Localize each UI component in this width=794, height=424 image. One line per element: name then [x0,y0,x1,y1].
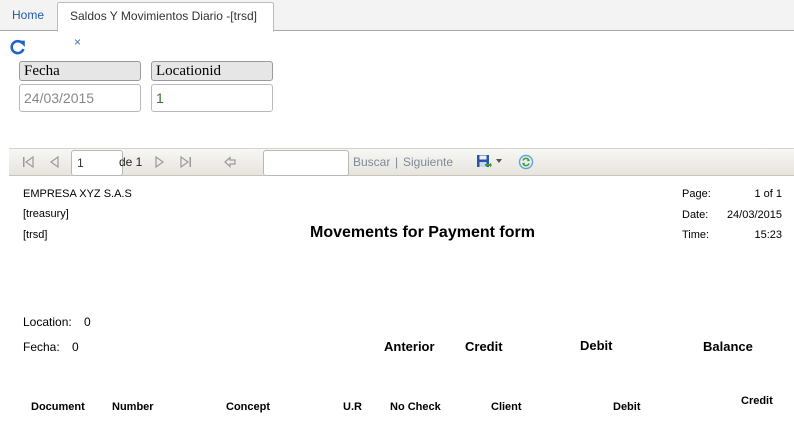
previous-page-icon[interactable] [48,155,62,169]
column-number: Number [112,401,154,413]
tab-active-label: Saldos Y Movimientos Diario -[trsd] [70,9,257,23]
locationid-param-label: Locationid [151,61,273,81]
refresh-icon[interactable] [9,39,26,56]
header-debit: Debit [580,338,613,353]
fecha-label: Fecha: [23,340,60,354]
column-ur: U.R [343,401,362,413]
page-value: 1 of 1 [754,188,782,200]
report-code: [trsd] [23,229,48,241]
page-label: Page: [682,188,711,200]
toolbar-separator: | [395,155,399,169]
column-credit: Credit [741,395,773,407]
next-page-icon[interactable] [152,155,166,169]
header-credit: Credit [465,339,503,354]
report-toolbar: 1 de 1 Buscar | Siguiente [9,148,794,176]
column-concept: Concept [226,401,270,413]
location-value: 0 [84,315,91,329]
fecha-param-label: Fecha [19,61,141,81]
first-page-icon[interactable] [21,155,35,169]
export-dropdown-arrow-icon[interactable] [495,157,503,165]
close-tab-icon[interactable]: × [74,35,81,49]
fecha-param-input[interactable]: 24/03/2015 [19,84,141,112]
last-page-icon[interactable] [179,155,193,169]
find-text-input[interactable] [263,150,349,176]
tab-saldos-movimientos[interactable]: Saldos Y Movimientos Diario -[trsd] × [57,2,274,49]
header-anterior: Anterior [384,339,435,354]
find-next-link[interactable]: Siguiente [403,155,453,169]
tab-strip: Home Saldos Y Movimientos Diario -[trsd]… [0,0,794,49]
fecha-value: 0 [72,340,79,354]
column-document: Document [31,401,85,413]
header-balance: Balance [703,339,753,354]
time-value: 15:23 [754,229,782,241]
date-value: 24/03/2015 [726,209,782,221]
export-save-icon[interactable] [476,154,492,170]
page-count-label: de 1 [119,155,143,169]
module-code: [treasury] [23,208,69,220]
time-label: Time: [682,229,710,241]
column-client: Client [491,401,522,413]
company-name: EMPRESA XYZ S.A.S [23,188,132,200]
column-debit: Debit [613,401,641,413]
tab-home-label: Home [12,8,45,22]
refresh-report-icon[interactable] [518,154,534,170]
back-to-parent-icon[interactable] [223,155,237,169]
find-link[interactable]: Buscar [353,155,390,169]
page-number-input[interactable]: 1 [71,150,123,176]
locationid-param-input[interactable]: 1 [151,84,273,112]
report-title: Movements for Payment form [310,224,535,241]
tab-home[interactable]: Home [0,2,54,31]
column-no-check: No Check [390,401,441,413]
date-label: Date: [682,209,709,221]
location-label: Location: [23,315,72,329]
